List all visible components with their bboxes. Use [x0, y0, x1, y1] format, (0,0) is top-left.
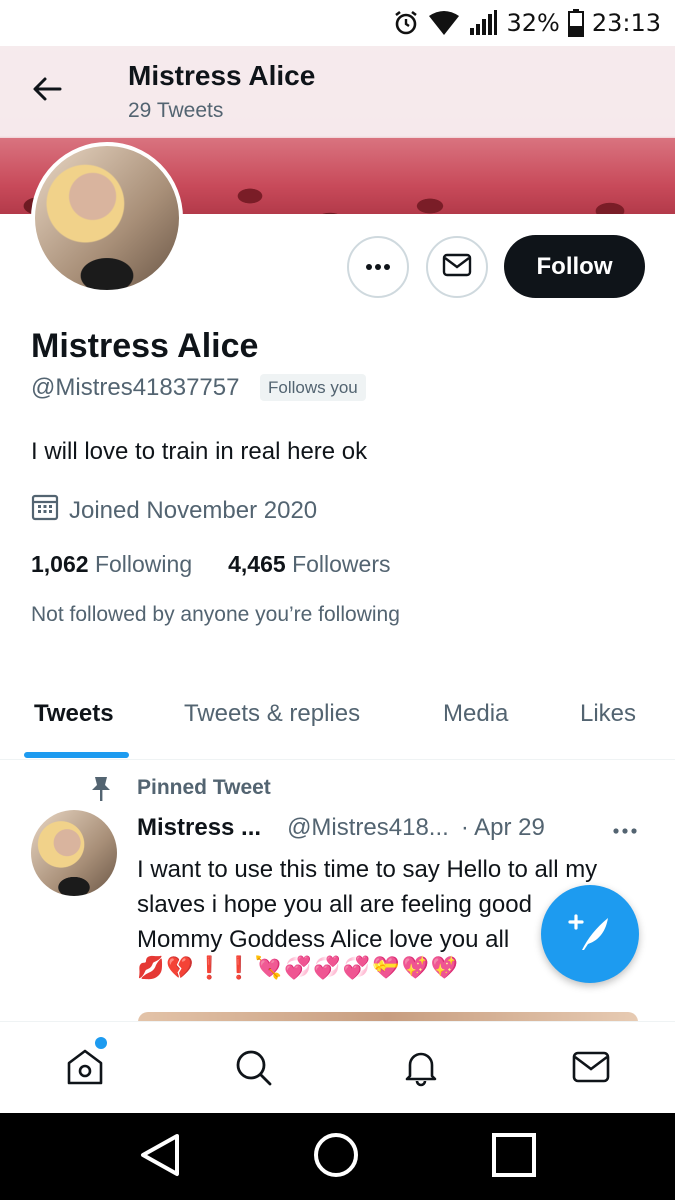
home-icon [65, 1047, 105, 1092]
tweet-avatar[interactable] [31, 810, 117, 896]
following-link[interactable]: 1,062 Following [31, 551, 192, 578]
compose-tweet-button[interactable] [541, 885, 639, 983]
tweet-emoji-line: 💋💔❗❗💘💞💞💞💝💖💖 [137, 955, 461, 980]
tweet-line: I want to use this time to say Hello to … [137, 856, 598, 883]
pinned-tweet-label: Pinned Tweet [137, 776, 271, 799]
profile-stats: 1,062 Following 4,465 Followers [31, 551, 390, 578]
android-back-button[interactable] [135, 1133, 183, 1181]
android-nav-bar [0, 1113, 675, 1200]
tweet-header: Mistress ... @Mistres418... · Apr 29 [137, 814, 545, 842]
tab-media[interactable]: Media [443, 700, 508, 728]
followers-link[interactable]: 4,465 Followers [228, 551, 390, 578]
tab-tweets-replies[interactable]: Tweets & replies [184, 700, 360, 728]
tab-likes[interactable]: Likes [580, 700, 636, 728]
signal-icon [468, 10, 498, 36]
battery-icon [567, 9, 584, 37]
message-button[interactable] [426, 236, 488, 298]
tweet-handle: @Mistres418... [287, 814, 449, 841]
status-bar: 32% 23:13 [0, 0, 675, 46]
follow-button[interactable]: Follow [504, 235, 645, 298]
header-title: Mistress Alice [128, 60, 316, 91]
android-recents-icon [491, 1132, 537, 1183]
mail-icon [571, 1049, 611, 1090]
nav-search[interactable] [230, 1046, 276, 1092]
android-home-button[interactable] [312, 1131, 360, 1184]
tweet-date[interactable]: · Apr 29 [461, 814, 545, 842]
follows-you-badge: Follows you [260, 374, 366, 401]
android-back-icon [137, 1132, 181, 1183]
calendar-icon [31, 493, 59, 528]
bottom-nav [0, 1021, 675, 1113]
compose-icon [566, 910, 614, 959]
profile-avatar[interactable] [31, 142, 183, 294]
profile-joined: Joined November 2020 [31, 493, 317, 528]
pin-icon [90, 776, 112, 807]
followers-count: 4,465 [228, 551, 286, 577]
new-tweets-dot [95, 1037, 107, 1049]
header-bar [0, 46, 675, 138]
header-tweet-count: 29 Tweets [128, 99, 224, 122]
nav-notifications[interactable] [398, 1046, 444, 1092]
mail-icon [442, 253, 472, 282]
search-icon [233, 1047, 273, 1092]
profile-display-name: Mistress Alice [31, 327, 259, 365]
wifi-icon [428, 10, 460, 36]
back-button[interactable] [26, 70, 68, 112]
battery-percent: 32% [506, 9, 560, 37]
tweet-author[interactable]: Mistress ... [137, 814, 261, 842]
following-label: Following [94, 551, 193, 577]
tab-tweets[interactable]: Tweets [34, 700, 114, 728]
not-followed-text: Not followed by anyone you’re following [31, 603, 400, 626]
nav-home[interactable] [62, 1046, 108, 1092]
android-home-icon [312, 1131, 360, 1184]
profile-handle: @Mistres41837757 [31, 374, 240, 401]
active-tab-indicator [24, 752, 129, 758]
clock: 23:13 [591, 9, 661, 37]
nav-messages[interactable] [568, 1046, 614, 1092]
android-recents-button[interactable] [490, 1132, 538, 1183]
joined-text: Joined November 2020 [69, 496, 318, 524]
alarm-icon [392, 9, 420, 37]
bell-icon [401, 1047, 441, 1092]
following-count: 1,062 [31, 551, 89, 577]
back-arrow-icon [32, 76, 62, 107]
more-icon [612, 814, 638, 841]
profile-tabs: Tweets Tweets & replies Media Likes [0, 686, 675, 760]
tweet-more-button[interactable] [612, 814, 638, 842]
more-icon [365, 258, 391, 276]
more-options-button[interactable] [347, 236, 409, 298]
followers-label: Followers [292, 551, 391, 577]
profile-bio: I will love to train in real here ok [31, 438, 368, 465]
